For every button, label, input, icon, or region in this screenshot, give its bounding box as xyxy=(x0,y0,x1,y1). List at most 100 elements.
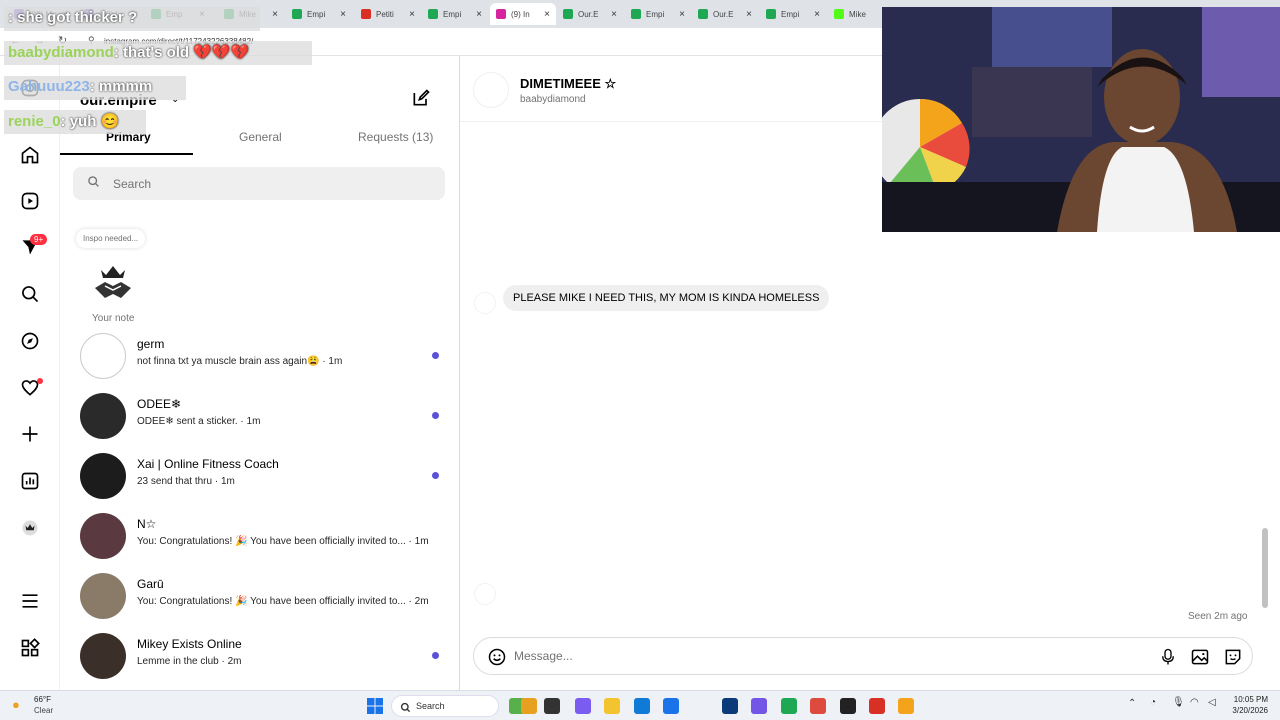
chat-contact-username: baabydiamond xyxy=(520,94,586,105)
tab-label: Empi xyxy=(307,9,326,19)
discord-icon[interactable] xyxy=(751,698,767,714)
tab-favicon-icon xyxy=(563,9,573,19)
tab-label: Our.E xyxy=(578,9,599,19)
chrome-alt-icon[interactable] xyxy=(898,698,914,714)
image-upload-icon[interactable] xyxy=(1190,647,1210,672)
tab-close-icon[interactable]: × xyxy=(544,9,550,20)
seen-status: Seen 2m ago xyxy=(1188,611,1248,622)
note-bubble[interactable]: Inspo needed... xyxy=(76,229,146,248)
browser-tab[interactable]: Empi × xyxy=(625,3,691,25)
weather-icon: ● xyxy=(12,697,20,712)
microphone-tray-icon[interactable]: 🎙 xyxy=(1172,697,1185,708)
chat-scrollbar[interactable] xyxy=(1262,528,1268,608)
thread-item[interactable]: germ not finna txt ya muscle brain ass ag… xyxy=(80,333,450,385)
thread-item[interactable]: N☆ You: Congratulations! 🎉 You have been … xyxy=(80,513,450,565)
edge-icon[interactable] xyxy=(634,698,650,714)
overlay-username: Gahuuu223 xyxy=(8,78,90,95)
create-icon[interactable] xyxy=(18,422,42,446)
chat-contact-name[interactable]: DIMETIMEEE ☆ xyxy=(520,76,616,92)
tab-label: Empi xyxy=(443,9,462,19)
search-input[interactable]: Search xyxy=(73,167,445,200)
menu-icon[interactable] xyxy=(18,589,42,613)
clock-date[interactable]: 3/20/2026 xyxy=(1228,706,1268,715)
wifi-icon[interactable]: ◠ xyxy=(1190,697,1199,708)
thread-preview: You: Congratulations! 🎉 You have been of… xyxy=(137,536,429,547)
tab-close-icon[interactable]: × xyxy=(611,9,617,20)
new-message-icon[interactable] xyxy=(411,88,433,110)
store-icon[interactable] xyxy=(663,698,679,714)
overlay-chat-line: : she got thicker ? xyxy=(4,7,260,31)
weather-condition: Clear xyxy=(34,706,54,715)
app-icon[interactable] xyxy=(869,698,885,714)
message-composer[interactable]: Message... xyxy=(473,637,1253,675)
vscode-icon[interactable] xyxy=(722,698,738,714)
thread-avatar xyxy=(80,573,126,619)
apps-grid-icon[interactable] xyxy=(18,636,42,660)
browser-tab[interactable]: Our.E × xyxy=(692,3,758,25)
microphone-icon[interactable] xyxy=(1159,647,1177,672)
taskbar-search-icon xyxy=(400,700,411,718)
network-icon[interactable]: ◔ xyxy=(1150,697,1156,708)
tab-label: (9) In xyxy=(511,9,530,19)
tab-close-icon[interactable]: × xyxy=(814,9,820,20)
reels-icon[interactable] xyxy=(18,189,42,213)
thread-item[interactable]: Garū You: Congratulations! 🎉 You have bee… xyxy=(80,573,450,625)
browser-tab[interactable]: Empi × xyxy=(422,3,488,25)
search-icon[interactable] xyxy=(18,282,42,306)
obs-icon[interactable] xyxy=(840,698,856,714)
chrome-icon[interactable] xyxy=(810,698,826,714)
profile-avatar-icon[interactable] xyxy=(18,516,42,540)
thread-avatar xyxy=(80,633,126,679)
tray-chevron-icon[interactable]: ⌃ xyxy=(1128,698,1136,709)
browser-tab[interactable]: Petiti × xyxy=(355,3,421,25)
tab-close-icon[interactable]: × xyxy=(409,9,415,20)
thread-item[interactable]: Mikey Exists Online Lemme in the club · 2… xyxy=(80,633,450,685)
browser-tab[interactable]: (9) In × xyxy=(490,3,556,25)
message-avatar xyxy=(474,292,496,314)
tab-close-icon[interactable]: × xyxy=(476,9,482,20)
browser-tab[interactable]: Empi × xyxy=(286,3,352,25)
thread-name: Garū xyxy=(137,577,164,591)
file-explorer-icon[interactable] xyxy=(604,698,620,714)
tab-general[interactable]: General xyxy=(239,130,282,144)
chat-avatar[interactable] xyxy=(473,72,509,108)
tab-close-icon[interactable]: × xyxy=(746,9,752,20)
unread-dot xyxy=(432,472,439,479)
thread-item[interactable]: Xai | Online Fitness Coach 23 send that t… xyxy=(80,453,450,505)
tab-close-icon[interactable]: × xyxy=(679,9,685,20)
clock-time[interactable]: 10:05 PM xyxy=(1228,695,1268,704)
thread-item[interactable]: ODEE❄ ODEE❄ sent a sticker. · 1m xyxy=(80,393,450,445)
overlay-message: : mmmm xyxy=(89,78,153,95)
taskbar-search-label: Search xyxy=(416,701,445,711)
unread-dot xyxy=(432,352,439,359)
thread-avatar xyxy=(80,333,126,379)
tab-close-icon[interactable]: × xyxy=(340,9,346,20)
files-icon[interactable] xyxy=(521,698,537,714)
tab-label: Empi xyxy=(646,9,665,19)
tab-favicon-icon xyxy=(292,9,302,19)
copilot-icon[interactable] xyxy=(575,698,591,714)
sticker-icon[interactable] xyxy=(1223,647,1243,672)
webcam-feed xyxy=(882,7,1280,232)
dashboard-icon[interactable] xyxy=(18,469,42,493)
tab-label: Petiti xyxy=(376,9,394,19)
taskbar-search[interactable]: Search xyxy=(391,695,499,717)
unread-dot xyxy=(432,412,439,419)
emoji-icon[interactable] xyxy=(487,647,507,672)
tab-requests[interactable]: Requests (13) xyxy=(358,130,433,144)
your-note-avatar[interactable] xyxy=(91,258,135,302)
volume-icon[interactable]: ◁ xyxy=(1208,697,1216,708)
spotify-icon[interactable] xyxy=(781,698,797,714)
browser-tab[interactable]: Our.E × xyxy=(557,3,623,25)
browser-tab[interactable]: Empi × xyxy=(760,3,826,25)
messages-badge: 9+ xyxy=(30,234,48,245)
thread-avatar xyxy=(80,393,126,439)
task-view-icon[interactable] xyxy=(544,698,560,714)
tab-close-icon[interactable]: × xyxy=(272,9,278,20)
windows-start-icon[interactable] xyxy=(367,698,383,719)
typing-avatar xyxy=(474,583,496,605)
thread-name: ODEE❄ xyxy=(137,397,182,411)
home-icon[interactable] xyxy=(18,143,42,167)
overlay-message: : yuh 😊 xyxy=(60,113,120,130)
explore-icon[interactable] xyxy=(18,329,42,353)
